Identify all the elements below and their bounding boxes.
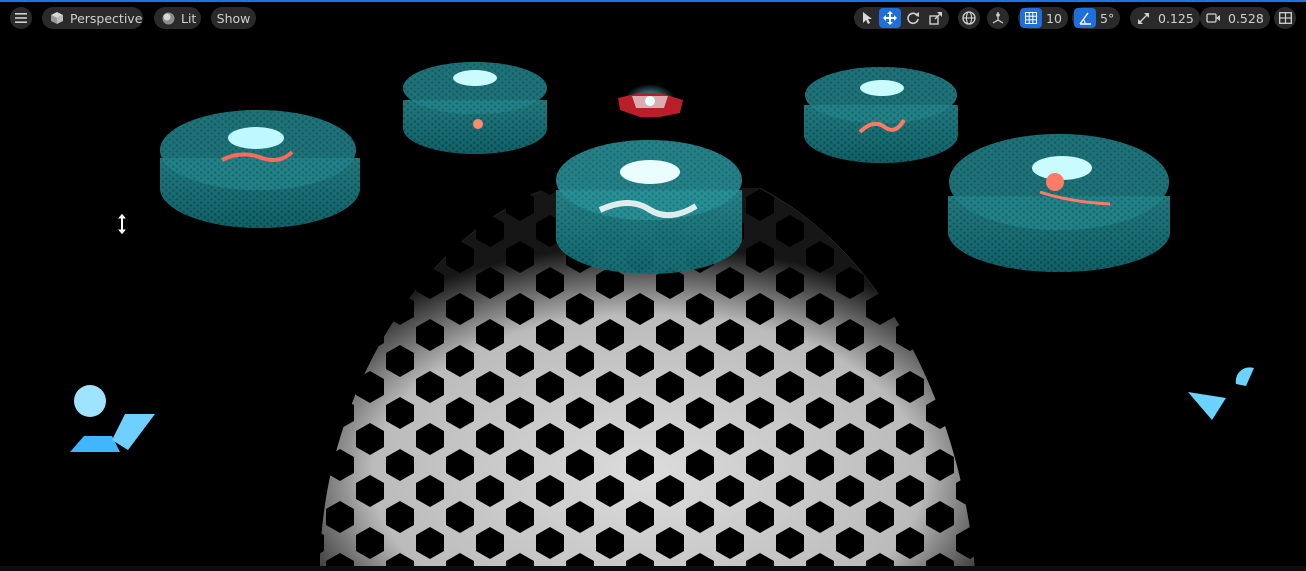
rotate-icon: [906, 11, 920, 25]
hologram-pad-left[interactable]: [160, 110, 360, 228]
hologram-pad-back-right[interactable]: [804, 67, 958, 163]
rotate-tool-button[interactable]: [902, 8, 924, 28]
cube-icon: [50, 11, 64, 25]
scale-snap-group[interactable]: 0.125: [1130, 7, 1200, 29]
hologram-pad-center[interactable]: [556, 140, 742, 274]
angle-icon: [1078, 12, 1092, 25]
surface-snap-icon: [991, 11, 1005, 25]
spaceship-actor[interactable]: [618, 84, 683, 120]
light-gizmo-left[interactable]: [70, 385, 155, 452]
sphere-icon: [162, 12, 175, 25]
lighting-mode-label: Lit: [181, 10, 197, 26]
camera-icon: [1205, 12, 1221, 24]
scene-render[interactable]: [0, 0, 1306, 571]
scale-snap-toggle[interactable]: [1132, 8, 1154, 28]
surface-snap-toggle[interactable]: [987, 7, 1009, 29]
world-local-toggle[interactable]: [958, 7, 980, 29]
diagonal-arrow-icon: [1137, 12, 1150, 25]
rotation-snap-group[interactable]: 5°: [1072, 7, 1121, 29]
lit-mode-button[interactable]: Lit: [154, 7, 201, 29]
scale-tool-button[interactable]: [925, 8, 947, 28]
perspective-view-button[interactable]: Perspective: [42, 7, 143, 29]
view-mode-label: Perspective: [70, 10, 143, 26]
camera-speed-group[interactable]: 0.528: [1200, 7, 1270, 29]
translate-tool-button[interactable]: [879, 8, 901, 28]
viewport-focus-line: [0, 0, 1306, 2]
rotation-snap-value[interactable]: 5°: [1097, 11, 1120, 26]
globe-icon: [962, 11, 976, 25]
transform-tools-group: [854, 7, 949, 29]
hologram-pad-right[interactable]: [948, 134, 1170, 272]
grid-snap-group[interactable]: 10: [1018, 7, 1068, 29]
show-menu-button[interactable]: Show: [211, 7, 256, 29]
vertical-resize-cursor-icon: [115, 212, 129, 236]
scale-icon: [929, 11, 943, 25]
camera-speed-value[interactable]: 0.528: [1225, 11, 1270, 26]
viewport-layout-button[interactable]: [1274, 7, 1296, 29]
light-gizmo-right[interactable]: [1188, 367, 1254, 420]
grid-snap-value[interactable]: 10: [1043, 11, 1068, 26]
scale-snap-value[interactable]: 0.125: [1155, 11, 1200, 26]
camera-speed-button[interactable]: [1202, 8, 1224, 28]
rotation-snap-toggle[interactable]: [1074, 8, 1096, 28]
select-tool-button[interactable]: [856, 8, 878, 28]
viewport-options-button[interactable]: [10, 7, 32, 29]
cursor-arrow-icon: [861, 11, 873, 25]
grid-snap-toggle[interactable]: [1020, 8, 1042, 28]
viewport-bottom-edge: [0, 566, 1306, 571]
3d-viewport[interactable]: [0, 0, 1306, 571]
move-arrows-icon: [883, 11, 897, 25]
show-menu-label: Show: [216, 10, 251, 26]
viewport-layout-icon: [1278, 12, 1292, 24]
grid-icon: [1025, 12, 1037, 24]
hologram-pad-back-left[interactable]: [403, 62, 547, 154]
hamburger-menu-icon: [15, 13, 27, 23]
